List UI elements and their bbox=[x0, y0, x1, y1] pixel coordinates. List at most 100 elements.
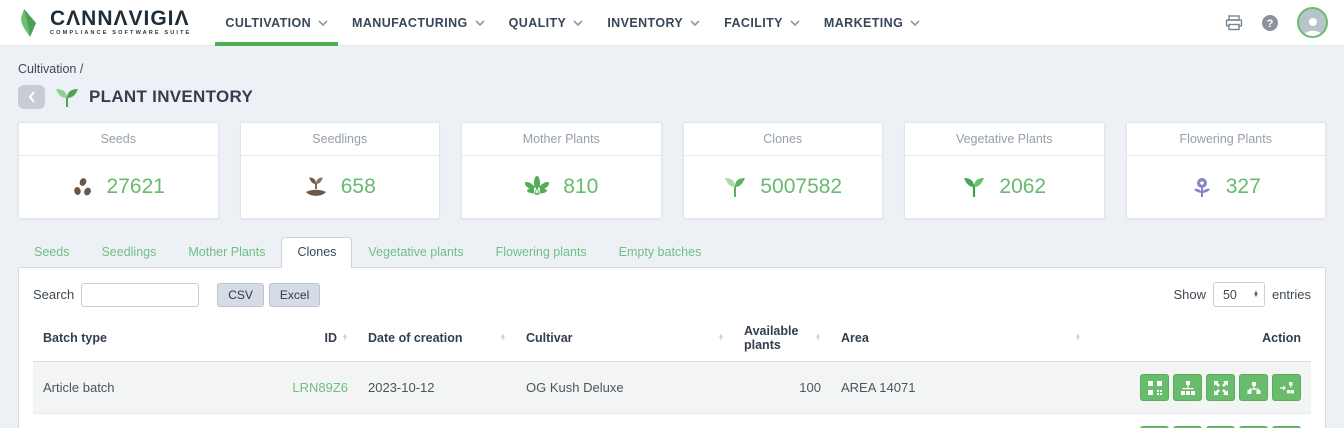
tab-seeds[interactable]: Seeds bbox=[18, 237, 85, 267]
tab-flowering-plants[interactable]: Flowering plants bbox=[480, 237, 603, 267]
tab-mother-plants[interactable]: Mother Plants bbox=[172, 237, 281, 267]
qr-code-button[interactable] bbox=[1140, 374, 1169, 401]
main-nav: CULTIVATION MANUFACTURING QUALITY INVENT… bbox=[213, 0, 932, 46]
sort-icon bbox=[1075, 335, 1081, 341]
user-avatar[interactable] bbox=[1297, 7, 1328, 38]
csv-export-button[interactable]: CSV bbox=[217, 283, 264, 307]
sort-icon bbox=[718, 335, 724, 341]
table-row: Article batch LRN89Z6 2023-10-12 OG Kush… bbox=[33, 362, 1311, 414]
column-header-available-plants[interactable]: Available plants bbox=[734, 318, 831, 362]
column-header-action: Action bbox=[1091, 318, 1311, 362]
svg-text:?: ? bbox=[1267, 18, 1274, 30]
page-size-value: 50 bbox=[1223, 288, 1237, 302]
batch-id-link[interactable]: MVQWQ36 bbox=[268, 414, 358, 428]
page-size-select[interactable]: 50 bbox=[1213, 282, 1265, 307]
move-batch-button[interactable] bbox=[1272, 374, 1301, 401]
stat-card-seeds: Seeds 27621 bbox=[18, 122, 219, 219]
chevron-down-icon bbox=[690, 20, 700, 26]
tab-clones[interactable]: Clones bbox=[281, 237, 352, 268]
expand-batch-button[interactable] bbox=[1206, 374, 1235, 401]
sort-icon bbox=[342, 335, 348, 341]
stat-value: 5007582 bbox=[760, 175, 842, 199]
nav-item-manufacturing[interactable]: MANUFACTURING bbox=[340, 0, 497, 46]
split-batch-button[interactable] bbox=[1173, 374, 1202, 401]
stat-card-vegetative-plants: Vegetative Plants 2062 bbox=[904, 122, 1105, 219]
stat-value: 2062 bbox=[999, 175, 1046, 199]
chevron-down-icon bbox=[475, 20, 485, 26]
person-icon bbox=[1302, 14, 1324, 36]
excel-export-button[interactable]: Excel bbox=[269, 283, 320, 307]
stat-value: 27621 bbox=[107, 175, 165, 199]
chevron-down-icon bbox=[318, 20, 328, 26]
nav-item-facility[interactable]: FACILITY bbox=[712, 0, 812, 46]
column-header-batch-type[interactable]: Batch type bbox=[33, 318, 268, 362]
mother-plant-leaf-icon: M bbox=[524, 176, 550, 198]
chevron-down-icon bbox=[790, 20, 800, 26]
svg-text:M: M bbox=[534, 187, 541, 196]
nav-item-quality[interactable]: QUALITY bbox=[497, 0, 596, 46]
available-plants-cell: 100 bbox=[734, 362, 831, 414]
stat-label: Seeds bbox=[19, 123, 218, 156]
chevron-down-icon bbox=[573, 20, 583, 26]
sort-icon bbox=[500, 335, 506, 341]
inventory-tabs: Seeds Seedlings Mother Plants Clones Veg… bbox=[18, 236, 1326, 267]
hierarchy-icon bbox=[1247, 381, 1261, 395]
hierarchy-button[interactable] bbox=[1239, 374, 1268, 401]
available-plants-cell: 265 bbox=[734, 414, 831, 428]
date-cell: 2023-10-02 bbox=[358, 414, 516, 428]
search-label: Search bbox=[33, 287, 74, 302]
stat-card-seedlings: Seedlings 658 bbox=[240, 122, 441, 219]
cultivar-cell: OG Kush Deluxe bbox=[516, 362, 734, 414]
clones-table-panel: Search CSV Excel Show 50 entries bbox=[18, 267, 1326, 428]
printer-icon bbox=[1225, 15, 1243, 31]
clone-sprout-icon bbox=[723, 176, 747, 198]
chevron-down-icon bbox=[910, 20, 920, 26]
area-cell: AREA 14071 bbox=[831, 362, 1091, 414]
brand-tagline: COMPLIANCE SOFTWARE SUITE bbox=[50, 31, 191, 37]
top-navbar: CΛNNΛVIGIΛ COMPLIANCE SOFTWARE SUITE CUL… bbox=[0, 0, 1344, 46]
show-label: Show bbox=[1173, 287, 1206, 302]
column-header-date-of-creation[interactable]: Date of creation bbox=[358, 318, 516, 362]
chevron-left-icon bbox=[28, 91, 36, 103]
brand-logo[interactable]: CΛNNΛVIGIΛ COMPLIANCE SOFTWARE SUITE bbox=[16, 7, 191, 39]
expand-arrows-icon bbox=[1214, 381, 1228, 395]
back-button[interactable] bbox=[18, 85, 45, 109]
column-header-area[interactable]: Area bbox=[831, 318, 1091, 362]
print-button[interactable] bbox=[1225, 15, 1243, 31]
cannavigia-leaf-icon bbox=[16, 7, 46, 39]
nav-item-inventory[interactable]: INVENTORY bbox=[595, 0, 712, 46]
select-spinner-icon bbox=[1253, 292, 1259, 298]
stat-label: Mother Plants bbox=[462, 123, 661, 156]
table-row: Article batch MVQWQ36 2023-10-02 Report … bbox=[33, 414, 1311, 428]
flower-icon bbox=[1191, 176, 1213, 198]
tab-empty-batches[interactable]: Empty batches bbox=[603, 237, 718, 267]
nav-item-marketing[interactable]: MARKETING bbox=[812, 0, 932, 46]
vegetative-plant-icon bbox=[962, 176, 986, 198]
stat-label: Flowering Plants bbox=[1127, 123, 1326, 156]
stat-card-clones: Clones 5007582 bbox=[683, 122, 884, 219]
column-header-cultivar[interactable]: Cultivar bbox=[516, 318, 734, 362]
date-cell: 2023-10-12 bbox=[358, 362, 516, 414]
stat-label: Vegetative Plants bbox=[905, 123, 1104, 156]
clones-table: Batch type ID Date of creation Cultivar … bbox=[33, 318, 1311, 428]
seeds-icon bbox=[72, 177, 94, 197]
batch-id-link[interactable]: LRN89Z6 bbox=[268, 362, 358, 414]
breadcrumb[interactable]: Cultivation / bbox=[18, 62, 1326, 76]
stat-cards: Seeds 27621 Seedlings 658 bbox=[18, 122, 1326, 219]
batch-type-cell: Article batch bbox=[33, 414, 268, 428]
column-header-id[interactable]: ID bbox=[268, 318, 358, 362]
nav-item-cultivation[interactable]: CULTIVATION bbox=[213, 0, 340, 46]
cultivar-cell: Report Narcotic Strain bbox=[516, 414, 734, 428]
sort-icon bbox=[815, 335, 821, 341]
page-title: PLANT INVENTORY bbox=[89, 87, 253, 107]
stat-label: Seedlings bbox=[241, 123, 440, 156]
help-button[interactable]: ? bbox=[1261, 14, 1279, 32]
area-cell: Area 1 bbox=[831, 414, 1091, 428]
tab-vegetative-plants[interactable]: Vegetative plants bbox=[352, 237, 479, 267]
question-mark-icon: ? bbox=[1261, 14, 1279, 32]
stat-value: 810 bbox=[563, 175, 598, 199]
qr-code-icon bbox=[1148, 381, 1162, 395]
sitemap-icon bbox=[1181, 381, 1195, 395]
tab-seedlings[interactable]: Seedlings bbox=[85, 237, 172, 267]
search-input[interactable] bbox=[81, 283, 199, 307]
